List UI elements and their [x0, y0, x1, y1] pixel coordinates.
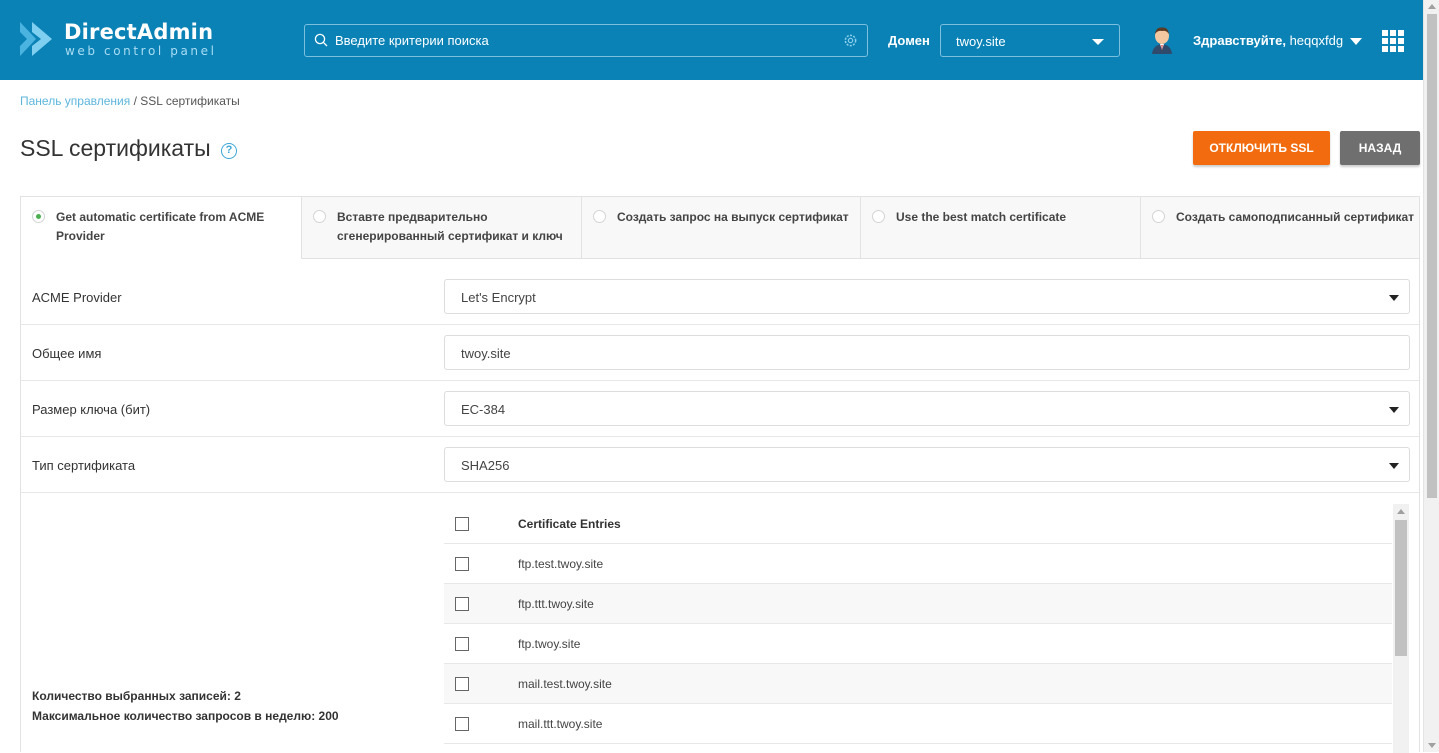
- domain-select[interactable]: twoy.site: [940, 24, 1120, 57]
- scroll-up-icon[interactable]: [1397, 509, 1405, 514]
- table-row[interactable]: mail.ttt.twoy.site: [444, 704, 1392, 744]
- breadcrumb-separator: /: [130, 94, 141, 108]
- back-button[interactable]: НАЗАД: [1340, 131, 1420, 165]
- directadmin-logo[interactable]: DirectAdmin web control panel: [18, 18, 218, 62]
- logo-arrows-icon: [20, 22, 52, 56]
- table-row[interactable]: ftp.twoy.site: [444, 624, 1392, 664]
- top-header: DirectAdmin web control panel Домен twoy…: [0, 0, 1423, 80]
- user-avatar-icon[interactable]: [1150, 26, 1174, 54]
- key-size-select[interactable]: EC-384: [444, 391, 1410, 426]
- radio-selected-icon[interactable]: [32, 210, 45, 223]
- cert-type-select[interactable]: SHA256: [444, 447, 1410, 482]
- entry-domain: ftp.test.twoy.site: [518, 557, 604, 571]
- row-checkbox[interactable]: [455, 597, 469, 611]
- key-size-row: Размер ключа (бит) EC-384: [21, 381, 1419, 437]
- radio-icon[interactable]: [872, 210, 885, 223]
- cert-type-value: SHA256: [461, 458, 510, 473]
- radio-icon[interactable]: [1152, 210, 1165, 223]
- user-greeting[interactable]: Здравствуйте, heqqxfdg: [1193, 33, 1343, 48]
- row-checkbox[interactable]: [455, 637, 469, 651]
- breadcrumb: Панель управления / SSL сертификаты: [20, 94, 240, 108]
- apps-grid-icon[interactable]: [1382, 30, 1404, 52]
- max-requests-per-week: Максимальное количество запросов в недел…: [32, 709, 339, 723]
- username: heqqxfdg: [1289, 33, 1344, 48]
- domain-select-value: twoy.site: [956, 34, 1006, 49]
- ssl-options-card: Get automatic certificate from ACME Prov…: [20, 196, 1420, 753]
- selection-stats: Количество выбранных записей: 2 Максимал…: [32, 686, 339, 726]
- row-checkbox[interactable]: [455, 717, 469, 731]
- row-checkbox[interactable]: [455, 677, 469, 691]
- tab-label: Get automatic certificate from ACME Prov…: [56, 210, 265, 243]
- logo-subtitle: web control panel: [65, 44, 217, 58]
- chevron-down-icon: [1389, 295, 1399, 301]
- tab-acme-provider[interactable]: Get automatic certificate from ACME Prov…: [21, 197, 301, 259]
- tab-label: Use the best match certificate: [896, 210, 1067, 224]
- scroll-up-icon[interactable]: [1428, 4, 1436, 9]
- key-size-value: EC-384: [461, 402, 506, 417]
- page-title: SSL сертификаты: [20, 135, 211, 161]
- greeting-prefix: Здравствуйте,: [1193, 33, 1286, 48]
- radio-icon[interactable]: [593, 210, 606, 223]
- tab-self-signed[interactable]: Создать самоподписанный сертификат: [1140, 197, 1419, 259]
- scroll-down-icon[interactable]: [1428, 743, 1436, 748]
- chevron-down-icon: [1092, 39, 1104, 45]
- certificate-entries-table: Certificate Entries ftp.test.twoy.site f…: [444, 504, 1392, 753]
- entry-domain: ftp.twoy.site: [518, 637, 581, 651]
- row-checkbox[interactable]: [455, 557, 469, 571]
- common-name-value: twoy.site: [461, 346, 511, 361]
- logo-title: DirectAdmin: [64, 20, 214, 44]
- entries-scrollbar-thumb[interactable]: [1395, 520, 1407, 656]
- acme-provider-select[interactable]: Let's Encrypt: [444, 279, 1410, 314]
- help-icon[interactable]: ?: [221, 143, 237, 159]
- table-row[interactable]: ftp.test.twoy.site: [444, 544, 1392, 584]
- search-icon: [314, 33, 328, 47]
- radio-icon[interactable]: [313, 210, 326, 223]
- entries-scrollbar[interactable]: [1393, 504, 1409, 753]
- acme-provider-label: ACME Provider: [32, 290, 122, 305]
- entry-domain: mail.ttt.twoy.site: [518, 717, 603, 731]
- gear-icon[interactable]: [843, 33, 858, 48]
- tab-best-match[interactable]: Use the best match certificate: [860, 197, 1140, 259]
- page-scrollbar[interactable]: [1423, 0, 1439, 752]
- cert-type-row: Тип сертификата SHA256: [21, 437, 1419, 493]
- selected-count: Количество выбранных записей: 2: [32, 689, 241, 703]
- certificate-method-tabs: Get automatic certificate from ACME Prov…: [21, 197, 1419, 259]
- domain-label: Домен: [888, 33, 930, 48]
- search-box[interactable]: [304, 24, 868, 57]
- cert-type-label: Тип сертификата: [32, 458, 136, 473]
- table-header-row: Certificate Entries: [444, 504, 1392, 544]
- entry-domain: ftp.ttt.twoy.site: [518, 597, 594, 611]
- tab-label: Создать запрос на выпуск сертификат: [617, 210, 849, 224]
- select-all-checkbox[interactable]: [455, 517, 469, 531]
- common-name-input[interactable]: twoy.site: [444, 335, 1410, 370]
- user-menu-chevron-icon[interactable]: [1350, 38, 1362, 45]
- acme-provider-value: Let's Encrypt: [461, 290, 536, 305]
- entry-domain: mail.test.twoy.site: [518, 677, 612, 691]
- tab-create-csr[interactable]: Создать запрос на выпуск сертификат: [581, 197, 860, 259]
- search-input[interactable]: [335, 25, 835, 56]
- breadcrumb-current: SSL сертификаты: [140, 94, 240, 108]
- tab-label: Вставте предварительно сгенерированный с…: [337, 210, 563, 243]
- tab-label: Создать самоподписанный сертификат: [1176, 210, 1415, 224]
- table-row[interactable]: mail.test.twoy.site: [444, 664, 1392, 704]
- breadcrumb-home-link[interactable]: Панель управления: [20, 94, 130, 108]
- chevron-down-icon: [1389, 407, 1399, 413]
- disable-ssl-button[interactable]: ОТКЛЮЧИТЬ SSL: [1193, 131, 1330, 165]
- key-size-label: Размер ключа (бит): [32, 402, 151, 417]
- chevron-down-icon: [1389, 463, 1399, 469]
- acme-provider-row: ACME Provider Let's Encrypt: [21, 269, 1419, 325]
- common-name-row: Общее имя twoy.site: [21, 325, 1419, 381]
- tab-paste-certificate[interactable]: Вставте предварительно сгенерированный с…: [301, 197, 581, 259]
- page-scrollbar-thumb[interactable]: [1427, 14, 1437, 498]
- common-name-label: Общее имя: [32, 346, 102, 361]
- column-header: Certificate Entries: [518, 517, 621, 531]
- table-row[interactable]: ftp.ttt.twoy.site: [444, 584, 1392, 624]
